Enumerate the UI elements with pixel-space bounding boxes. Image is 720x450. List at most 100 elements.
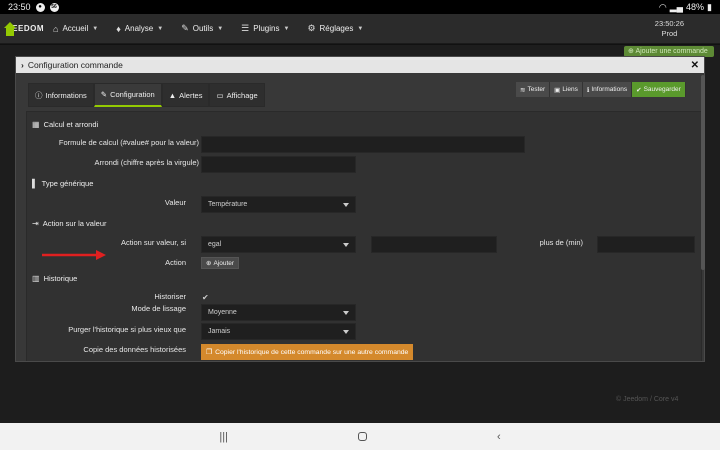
section-history-title: Historique	[43, 274, 78, 283]
table-icon: ▦	[32, 120, 40, 129]
notification-badge: 56	[49, 2, 59, 12]
warning-icon: ▲	[168, 90, 177, 100]
nav-reglages[interactable]: ⚙ Réglages ▼	[298, 14, 372, 44]
status-time: 23:50	[8, 2, 31, 12]
nav-outils[interactable]: ✎ Outils ▼	[172, 14, 232, 44]
nav-accueil[interactable]: ⌂ Accueil ▼	[44, 14, 107, 44]
close-icon[interactable]: ✕	[691, 60, 699, 71]
battery-level: 48%	[686, 2, 705, 12]
section-action-title: Action sur la valeur	[42, 219, 107, 228]
test-button-label: Tester	[527, 86, 546, 93]
check-circle-icon: ✔	[636, 86, 642, 94]
tab-affichage-label: Affichage	[226, 90, 258, 100]
more-than-label: plus de (min)	[539, 238, 583, 247]
red-arrow-annotation	[42, 250, 106, 260]
save-button-label: Sauvegarder	[643, 86, 681, 93]
nav-analyse[interactable]: ♦ Analyse ▼	[107, 14, 172, 44]
action-if-value-input[interactable]	[371, 236, 497, 253]
more-than-input[interactable]	[597, 236, 695, 253]
formula-input[interactable]	[201, 136, 525, 153]
chevron-right-icon: ›	[21, 60, 24, 70]
save-button[interactable]: ✔ Sauvegarder	[632, 82, 686, 97]
modal-actions: ≋ Tester ▣ Liens ℹ Informations ✔ Sauveg…	[516, 82, 686, 97]
tab-affichage[interactable]: ▭ Affichage	[209, 83, 265, 107]
section-calc: ▦ Calcul et arrondi	[32, 120, 98, 129]
links-button[interactable]: ▣ Liens	[550, 82, 583, 97]
nav-plugins-label: Plugins	[253, 24, 280, 33]
round-label: Arrondi (chiffre après la virgule)	[94, 158, 200, 167]
recents-icon[interactable]: |||	[219, 431, 228, 443]
generic-type-selected: Température	[208, 201, 248, 208]
configuration-panel: ▦ Calcul et arrondi Formule de calcul (#…	[26, 111, 702, 361]
caret-down-icon: ▼	[157, 25, 164, 32]
nav-outils-label: Outils	[192, 24, 214, 33]
section-action: ⇥ Action sur la valeur	[32, 219, 106, 228]
tab-informations-label: Informations	[45, 90, 87, 100]
informations-button-label: Informations	[591, 86, 628, 93]
tab-configuration-label: Configuration	[110, 90, 155, 99]
test-button[interactable]: ≋ Tester	[516, 82, 551, 97]
caret-down-icon: ▼	[217, 25, 224, 32]
wrench-icon: ✎	[181, 23, 189, 33]
display-icon: ▭	[216, 90, 224, 100]
copy-label: Copie des données historisées	[83, 345, 186, 354]
logo-text: EEDOM	[12, 24, 44, 33]
add-action-label: Ajouter	[213, 259, 235, 267]
wifi-icon: ◠	[658, 1, 667, 12]
caret-down-icon	[343, 310, 349, 315]
add-action-button[interactable]: ⊕ Ajouter	[201, 257, 240, 269]
nav-plugins[interactable]: ☰ Plugins ▼	[232, 14, 298, 44]
sign-in-icon: ⇥	[32, 219, 39, 228]
battery-icon: ▮	[707, 1, 712, 12]
tab-informations[interactable]: ⓘ Informations	[28, 83, 94, 107]
formula-label: Formule de calcul (#value# pour la valeu…	[58, 138, 199, 147]
action-if-label: Action sur valeur, si	[120, 238, 186, 247]
historize-checkbox[interactable]: ✔	[202, 293, 209, 302]
action-if-select[interactable]: egal	[201, 236, 356, 253]
modal-title: Configuration commande	[27, 60, 123, 70]
modal-scrollbar[interactable]	[701, 75, 705, 270]
nav-analyse-label: Analyse	[124, 24, 154, 33]
notification-icon: ●	[35, 2, 45, 12]
smoothing-label: Mode de lissage	[131, 304, 186, 313]
gear-icon: ⚙	[307, 23, 316, 33]
informations-button[interactable]: ℹ Informations	[582, 82, 633, 97]
historize-label: Historiser	[154, 292, 186, 301]
copy-history-button[interactable]: ❐ Copier l'historique de cette commande …	[201, 344, 414, 360]
tab-configuration[interactable]: ✎ Configuration	[93, 83, 162, 107]
top-navbar: EEDOM ⌂ Accueil ▼ ♦ Analyse ▼ ✎ Outils ▼…	[0, 14, 720, 44]
info-icon: ⓘ	[35, 90, 43, 100]
nav-accueil-label: Accueil	[62, 24, 89, 33]
caret-down-icon: ▼	[283, 25, 290, 32]
smoothing-select[interactable]: Moyenne	[201, 304, 356, 321]
modal-tabs: ⓘ Informations ✎ Configuration ▲ Alertes…	[28, 83, 265, 107]
house-logo-icon	[4, 21, 17, 36]
purge-select[interactable]: Jamais	[201, 323, 356, 340]
plus-circle-icon: ⊕	[206, 260, 212, 267]
caret-down-icon	[343, 329, 349, 334]
copy-history-label: Copier l'historique de cette commande su…	[215, 348, 409, 356]
caret-down-icon	[343, 242, 349, 247]
home-button-icon[interactable]	[357, 432, 367, 441]
info-small-icon: ℹ	[586, 86, 590, 94]
back-icon[interactable]: ‹	[497, 431, 501, 443]
chart-icon: ▥	[32, 274, 40, 283]
add-command-label: Ajouter une commande	[635, 48, 708, 55]
caret-down-icon: ▼	[92, 25, 99, 32]
generic-type-select[interactable]: Température	[201, 196, 356, 213]
tab-alertes[interactable]: ▲ Alertes	[161, 83, 210, 107]
barcode-icon: ▌	[32, 179, 38, 188]
copy-icon: ❐	[206, 349, 213, 356]
home-icon: ⌂	[53, 23, 59, 34]
clock-time: 23:50:26	[654, 18, 684, 28]
smoothing-selected: Moyenne	[208, 309, 237, 316]
profile-label: Prod	[661, 28, 678, 38]
links-icon: ▣	[554, 86, 561, 94]
signal-icon: ▂▄	[669, 1, 684, 12]
page-footer: © Jeedom / Core v4	[616, 396, 679, 403]
jeedom-logo[interactable]: EEDOM	[0, 14, 44, 44]
round-input[interactable]	[201, 156, 356, 173]
caret-down-icon	[343, 202, 349, 207]
tab-alertes-label: Alertes	[179, 90, 203, 100]
analysis-icon: ♦	[116, 23, 121, 34]
